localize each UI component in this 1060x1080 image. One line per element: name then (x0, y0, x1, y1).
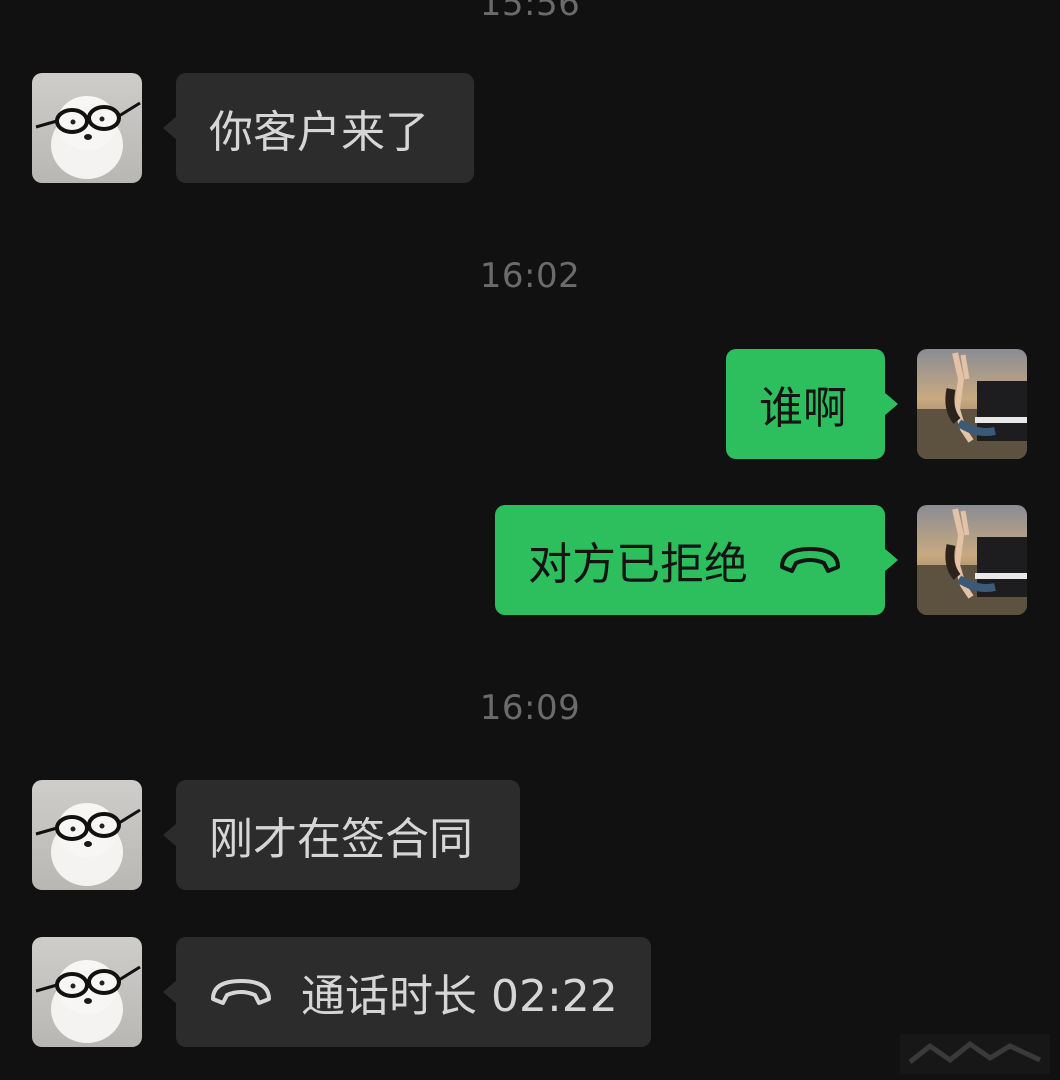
message-text: 通话时长 02:22 (301, 971, 618, 1022)
message-bubble[interactable]: 你客户来了 (163, 73, 474, 183)
dog-avatar-icon (32, 937, 142, 1047)
message-bubble[interactable]: 刚才在签合同 (163, 780, 520, 890)
message-text: 你客户来了 (209, 107, 429, 158)
timestamp: 16:09 (479, 688, 581, 728)
message-bubble[interactable]: 谁啊 (726, 349, 898, 459)
call-bubble[interactable]: 通话时长 02:22 (163, 937, 651, 1047)
phone-hangup-icon (780, 547, 840, 573)
timestamp: 15:56 (479, 0, 581, 24)
photo-avatar-icon (917, 349, 1027, 459)
watermark-icon (900, 1034, 1050, 1074)
contact-avatar[interactable] (32, 73, 142, 183)
contact-avatar[interactable] (32, 780, 142, 890)
message-text: 对方已拒绝 (528, 539, 748, 590)
timestamp: 16:02 (479, 256, 581, 296)
dog-avatar-icon (32, 780, 142, 890)
phone-hangup-icon (211, 979, 271, 1005)
my-avatar[interactable] (917, 349, 1027, 459)
my-avatar[interactable] (917, 505, 1027, 615)
dog-avatar-icon (32, 73, 142, 183)
message-text: 谁啊 (759, 383, 847, 434)
message-text: 刚才在签合同 (209, 814, 473, 865)
photo-avatar-icon (917, 505, 1027, 615)
contact-avatar[interactable] (32, 937, 142, 1047)
call-bubble[interactable]: 对方已拒绝 (495, 505, 898, 615)
